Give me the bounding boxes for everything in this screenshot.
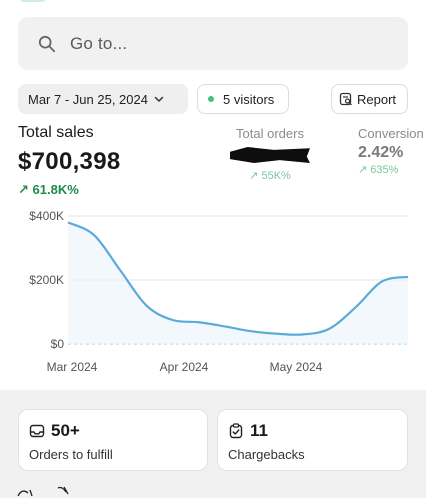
summary-panel: 50+ Orders to fulfill 11 Chargebacks — [0, 390, 426, 498]
total-sales-value: $700,398 — [18, 148, 121, 175]
y-tick-label: $0 — [51, 337, 65, 351]
report-icon — [339, 92, 352, 106]
metrics-row: Total sales $700,398 ↗ 61.8K% Total orde… — [18, 124, 426, 204]
search-placeholder: Go to... — [70, 33, 128, 53]
report-button[interactable]: Report — [331, 84, 408, 114]
clipboard-check-icon — [229, 423, 243, 439]
total-sales-change: ↗ 61.8K% — [18, 182, 79, 198]
total-orders-label: Total orders — [236, 126, 304, 141]
y-tick-label: $200K — [29, 273, 64, 287]
date-range-button[interactable]: Mar 7 - Jun 25, 2024 — [18, 84, 188, 114]
conversion-value: 2.42% — [358, 144, 404, 161]
trend-up-icon: ↗ — [358, 164, 368, 176]
x-tick-label: May 2024 — [270, 360, 323, 374]
conversion-label: Conversion — [358, 126, 424, 141]
x-tick-label: Mar 2024 — [47, 360, 98, 374]
conversion-metric[interactable]: Conversion 2.42% ↗ 635% — [358, 126, 426, 176]
chargebacks-card[interactable]: 11 Chargebacks — [217, 409, 408, 471]
orders-to-fulfill-card[interactable]: 50+ Orders to fulfill — [18, 409, 208, 471]
total-orders-metric[interactable]: Total orders ↗ 55K% — [230, 126, 310, 182]
total-sales-change-text: 61.8K% — [32, 182, 79, 197]
chargebacks-value: 11 — [250, 421, 268, 440]
x-tick-label: Apr 2024 — [160, 360, 209, 374]
sales-chart-svg: $400K $200K $0 Mar 2024 Apr 2024 May 2024 — [29, 209, 409, 374]
date-range-label: Mar 7 - Jun 25, 2024 — [28, 91, 148, 107]
redacted-value — [230, 147, 310, 163]
conversion-change: ↗ 635% — [358, 163, 426, 176]
orders-to-fulfill-label: Orders to fulfill — [29, 447, 113, 462]
stamp-mark — [17, 486, 69, 497]
total-orders-change: ↗ 55K% — [230, 169, 310, 182]
report-label: Report — [357, 91, 397, 107]
live-dot-icon — [208, 96, 214, 102]
trend-up-icon: ↗ — [18, 182, 29, 197]
chevron-down-icon — [154, 96, 164, 102]
chargebacks-label: Chargebacks — [228, 447, 305, 462]
filter-controls: Mar 7 - Jun 25, 2024 5 visitors Report — [18, 84, 410, 114]
visitors-button[interactable]: 5 visitors — [197, 84, 289, 114]
inbox-icon — [29, 424, 45, 438]
sales-area — [68, 222, 408, 344]
y-tick-label: $400K — [29, 209, 64, 223]
visitors-label: 5 visitors — [223, 91, 275, 107]
header-accent — [20, 0, 46, 2]
search-icon — [38, 35, 56, 52]
conversion-change-text: 635% — [370, 164, 399, 176]
total-orders-change-text: 55K% — [261, 170, 291, 182]
orders-to-fulfill-value: 50+ — [51, 421, 80, 440]
sales-chart[interactable]: $400K $200K $0 Mar 2024 Apr 2024 May 2024 — [0, 205, 426, 385]
search-bar[interactable]: Go to... — [18, 17, 408, 70]
trend-up-icon: ↗ — [249, 170, 259, 182]
